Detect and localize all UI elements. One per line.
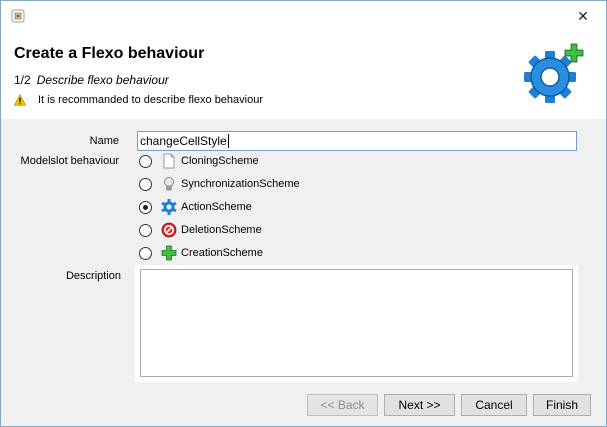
description-textarea[interactable] [140, 269, 573, 377]
warning-icon [13, 93, 27, 106]
gear-icon [161, 199, 177, 215]
plus-icon [161, 245, 177, 261]
option-label: ActionScheme [181, 201, 252, 213]
modelslot-behaviour-label: Modelslot behaviour [20, 155, 119, 167]
finish-button[interactable]: Finish [533, 394, 591, 416]
radio-button[interactable] [139, 154, 152, 168]
dialog-header: Create a Flexo behaviour 1/2 Describe fle… [1, 31, 606, 119]
name-field[interactable]: changeCellStyle [137, 131, 577, 151]
option-creation-scheme[interactable]: CreationScheme [139, 243, 263, 263]
option-label: CreationScheme [181, 247, 263, 259]
radio-button[interactable] [139, 223, 152, 237]
step-indicator: 1/2 Describe flexo behaviour [14, 73, 169, 87]
option-label: SynchronizationScheme [181, 178, 300, 190]
warning-message: It is recommanded to describe flexo beha… [13, 93, 264, 106]
delete-icon [161, 222, 177, 238]
back-button[interactable]: << Back [307, 394, 378, 416]
title-bar[interactable]: ✕ [1, 1, 606, 31]
option-deletion-scheme[interactable]: DeletionScheme [139, 220, 262, 240]
radio-button[interactable] [139, 177, 152, 191]
option-action-scheme[interactable]: ActionScheme [139, 197, 252, 217]
name-label: Name [89, 135, 119, 147]
dialog-window: ✕ Create a Flexo behaviour 1/2 Describe f… [0, 0, 607, 427]
app-icon [10, 8, 26, 24]
radio-button[interactable] [139, 246, 152, 260]
warning-text: It is recommanded to describe flexo beha… [38, 94, 264, 106]
description-label: Description [65, 270, 121, 282]
option-synchronization-scheme[interactable]: SynchronizationScheme [139, 174, 300, 194]
text-caret [227, 134, 229, 148]
page-icon [161, 153, 177, 169]
step-number: 1/2 [14, 73, 31, 87]
close-icon: ✕ [577, 7, 589, 24]
page-title: Create a Flexo behaviour [14, 45, 205, 62]
radio-button-selected[interactable] [139, 200, 152, 214]
next-button[interactable]: Next >> [384, 394, 455, 416]
description-panel [135, 265, 578, 382]
step-description: Describe flexo behaviour [36, 73, 169, 87]
gear-plus-logo-icon [523, 43, 585, 105]
close-button[interactable]: ✕ [560, 1, 606, 31]
option-cloning-scheme[interactable]: CloningScheme [139, 151, 259, 171]
cancel-button[interactable]: Cancel [461, 394, 527, 416]
name-field-value: changeCellStyle [140, 134, 227, 148]
option-label: CloningScheme [181, 155, 259, 167]
lightbulb-icon [161, 176, 177, 192]
option-label: DeletionScheme [181, 224, 262, 236]
